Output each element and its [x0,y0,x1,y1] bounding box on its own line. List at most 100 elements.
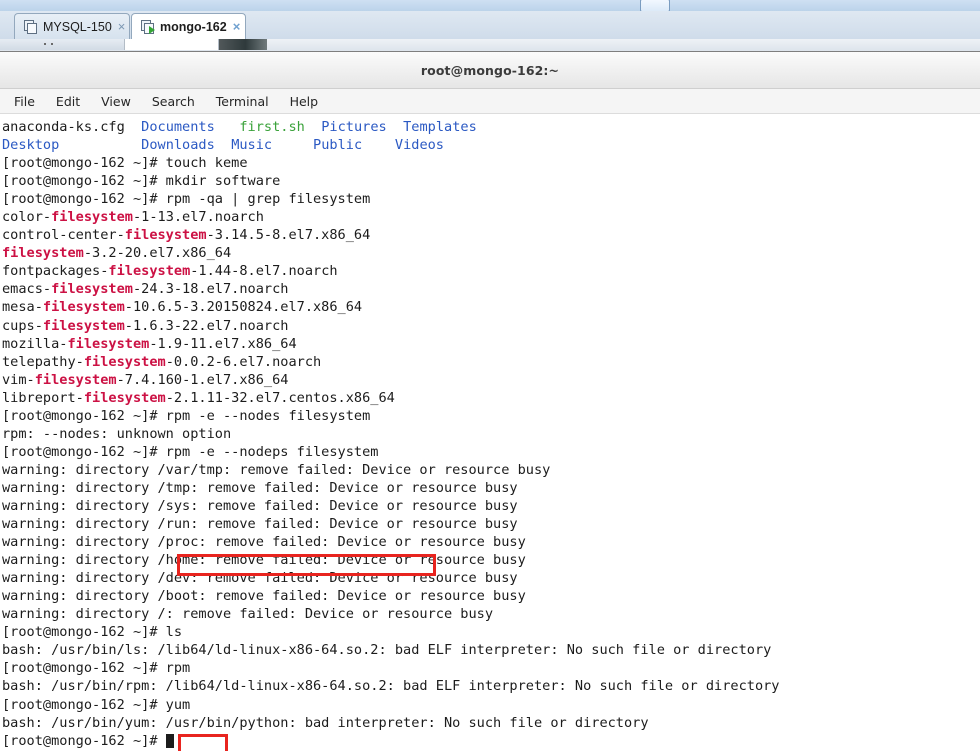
menu-item-search[interactable]: Search [150,93,197,110]
terminal-window: root@mongo-162:~ File Edit View Search T… [0,52,980,751]
terminal-text: [root@mongo-162 ~]# yum [2,696,191,713]
terminal-output: anaconda-ks.cfg Documents first.sh Pictu… [2,118,980,750]
terminal-line: warning: directory /sys: remove failed: … [2,497,980,515]
terminal-title-bar: root@mongo-162:~ [0,52,980,89]
terminal-line: warning: directory /dev: remove failed: … [2,569,980,587]
terminal-text: -3.2-20.el7.x86_64 [83,245,232,262]
terminal-line: [root@mongo-162 ~]# rpm -qa | grep files… [2,190,980,208]
terminal-line: [root@mongo-162 ~]# yum [2,696,980,714]
terminal-text: vim- [2,371,35,388]
terminal-text: warning: directory /var/tmp: remove fail… [2,461,551,478]
terminal-text: [root@mongo-162 ~]# rpm -e --nodes files… [2,407,371,424]
terminal-text: -10.6.5-3.20150824.el7.x86_64 [124,299,363,316]
terminal-cursor [165,733,174,748]
terminal-text: warning: directory /boot: remove failed:… [2,588,526,605]
terminal-line: warning: directory /proc: remove failed:… [2,533,980,551]
terminal-text: emacs- [2,281,52,298]
window-top-strip [0,0,980,12]
terminal-line: telepathy-filesystem-0.0.2-6.el7.noarch [2,353,980,371]
terminal-text: warning: directory /run: remove failed: … [2,516,518,533]
terminal-text-match: filesystem [108,263,191,280]
terminal-text: telepathy- [2,353,84,370]
close-icon[interactable]: × [233,20,241,33]
terminal-line: cups-filesystem-1.6.3-22.el7.noarch [2,317,980,335]
terminal-text-match: filesystem [42,317,125,334]
ssh-client-window: MYSQL-150 × mongo-162 × root@mongo-162:~… [0,0,980,751]
session-tab-mysql-150[interactable]: MYSQL-150 × [14,13,130,39]
terminal-menu-bar: File Edit View Search Terminal Help [0,89,980,114]
session-tab-mongo-162[interactable]: mongo-162 × [131,13,246,39]
terminal-text-dir: Videos [394,137,444,154]
terminal-line: fontpackages-filesystem-1.44-8.el7.noarc… [2,262,980,280]
session-tab-bar: MYSQL-150 × mongo-162 × [0,11,980,40]
terminal-line: bash: /usr/bin/yum: /usr/bin/python: bad… [2,714,980,732]
terminal-text: rpm: --nodes: unknown option [2,425,232,442]
terminal-line: libreport-filesystem-2.1.11-32.el7.cento… [2,389,980,407]
terminal-line: [root@mongo-162 ~]# ls [2,623,980,641]
terminal-text: fontpackages- [2,263,109,280]
terminal-text-dir: Documents [141,119,215,135]
toolbar-segment-left[interactable] [0,39,125,50]
terminal-line: [root@mongo-162 ~]# rpm -e --nodes files… [2,407,980,425]
menu-item-file[interactable]: File [12,93,37,110]
terminal-line: warning: directory /tmp: remove failed: … [2,479,980,497]
terminal-text: warning: directory /tmp: remove failed: … [2,479,518,496]
terminal-text-match: filesystem [42,299,125,316]
terminal-line: [root@mongo-162 ~]# [2,732,980,750]
terminal-text-match: filesystem [51,209,133,226]
toolbar-segment-right[interactable] [219,39,267,50]
drag-handle-icon[interactable] [44,43,64,46]
session-tab-label: mongo-162 [160,19,227,34]
terminal-text-dir: Downloads [141,137,215,154]
terminal-text: libreport- [2,389,84,406]
terminal-text: -7.4.160-1.el7.x86_64 [116,371,289,388]
terminal-text: -3.14.5-8.el7.x86_64 [206,227,371,244]
terminal-line: [root@mongo-162 ~]# rpm [2,659,980,677]
terminal-text: warning: directory /home: remove failed:… [2,552,526,569]
terminal-text-dir: Templates [403,119,477,135]
terminal-text: color- [2,209,52,226]
menu-item-view[interactable]: View [99,93,133,110]
terminal-line: mesa-filesystem-10.6.5-3.20150824.el7.x8… [2,298,980,316]
terminal-line: anaconda-ks.cfg Documents first.sh Pictu… [2,118,980,136]
terminal-line: [root@mongo-162 ~]# rpm -e --nodeps file… [2,443,980,461]
terminal-text: [root@mongo-162 ~]# touch keme [2,155,248,172]
close-icon[interactable]: × [118,20,126,33]
terminal-line: warning: directory /home: remove failed:… [2,551,980,569]
terminal-text: [root@mongo-162 ~]# mkdir software [2,173,281,190]
terminal-line: emacs-filesystem-24.3-18.el7.noarch [2,280,980,298]
terminal-text: bash: /usr/bin/yum: /usr/bin/python: bad… [2,714,649,731]
terminal-text: [root@mongo-162 ~]# ls [2,624,183,641]
terminal-text: [root@mongo-162 ~]# rpm -qa | grep files… [2,191,371,208]
terminal-line: [root@mongo-162 ~]# mkdir software [2,172,980,190]
terminal-text-dir: Public [313,137,363,154]
menu-item-terminal[interactable]: Terminal [214,93,271,110]
terminal-screen[interactable]: anaconda-ks.cfg Documents first.sh Pictu… [0,114,980,751]
terminal-text: [root@mongo-162 ~]# rpm [2,660,191,677]
terminal-line: bash: /usr/bin/ls: /lib64/ld-linux-x86-6… [2,641,980,659]
terminal-text: anaconda-ks.cfg [2,119,142,135]
terminal-text: -1.44-8.el7.noarch [190,263,338,280]
terminal-line: warning: directory /: remove failed: Dev… [2,605,980,623]
terminal-text: -1-13.el7.noarch [132,209,264,226]
toolbar-segment-middle[interactable] [125,39,219,50]
terminal-text: bash: /usr/bin/ls: /lib64/ld-linux-x86-6… [2,642,772,659]
terminal-line: color-filesystem-1-13.el7.noarch [2,208,980,226]
terminal-text-match: filesystem [67,335,150,352]
terminal-line: [root@mongo-162 ~]# touch keme [2,154,980,172]
menu-item-help[interactable]: Help [288,93,321,110]
terminal-text-dir: Music [231,137,273,154]
terminal-line: vim-filesystem-7.4.160-1.el7.x86_64 [2,371,980,389]
terminal-line: Desktop Downloads Music Public Videos [2,136,980,154]
terminal-text: -0.0.2-6.el7.noarch [165,353,322,370]
terminal-text-exe: first.sh [239,119,305,135]
menu-item-edit[interactable]: Edit [54,93,82,110]
terminal-text-match: filesystem [124,227,207,244]
terminal-text: warning: directory /dev: remove failed: … [2,570,518,587]
